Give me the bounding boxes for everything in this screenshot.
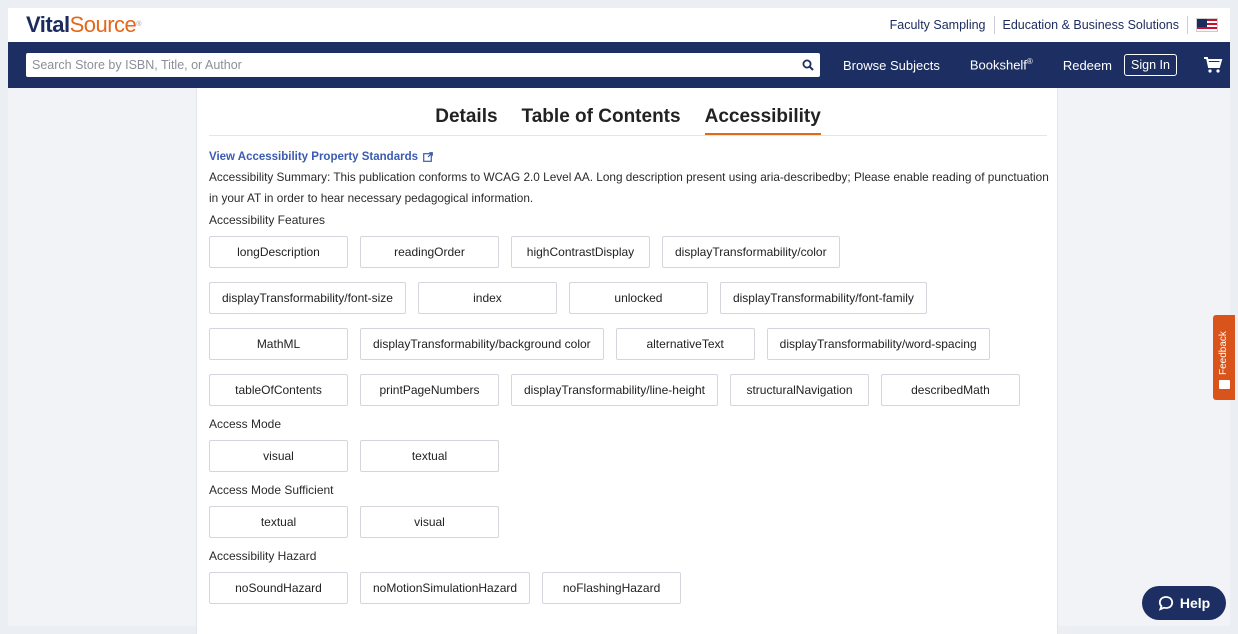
- feature-chip: visual: [360, 506, 499, 538]
- tab-bar: Details Table of Contents Accessibility: [197, 88, 1059, 136]
- chat-bubble-icon: [1158, 596, 1173, 611]
- section-title: Access Mode: [209, 417, 282, 431]
- top-links: Faculty Sampling Education & Business So…: [882, 16, 1218, 34]
- feature-chip: textual: [360, 440, 499, 472]
- logo-registered-mark: ®: [136, 21, 141, 28]
- feature-chip: longDescription: [209, 236, 348, 268]
- feature-chip: unlocked: [568, 282, 708, 314]
- bookshelf-registered-mark: ®: [1026, 57, 1033, 67]
- chip-group: longDescription readingOrder highContrastD…: [209, 229, 1049, 413]
- feature-chip: index: [417, 282, 557, 314]
- feedback-tab[interactable]: Feedback: [1213, 315, 1235, 400]
- bookshelf-link[interactable]: Bookshelf®: [970, 57, 1033, 72]
- feature-chip: tableOfContents: [209, 374, 348, 406]
- feature-chip: displayTransformability/line-height: [511, 374, 718, 406]
- product-detail-card: Details Table of Contents Accessibility Vi…: [196, 88, 1058, 634]
- feature-chip: noSoundHazard: [209, 572, 348, 604]
- search-icon[interactable]: [796, 53, 820, 77]
- logo-text-source: Source: [69, 12, 137, 37]
- feature-chip: MathML: [209, 328, 348, 360]
- search-box: [26, 53, 820, 77]
- feature-chip: noMotionSimulationHazard: [360, 572, 531, 604]
- chip-group: textual visual: [209, 499, 1049, 545]
- section-title: Accessibility Features: [209, 213, 326, 227]
- feature-chip: readingOrder: [360, 236, 499, 268]
- accessibility-summary: Accessibility Summary: This publication …: [209, 170, 1049, 205]
- sign-in-button[interactable]: Sign In: [1124, 54, 1177, 76]
- tab-table-of-contents[interactable]: Table of Contents: [522, 106, 681, 136]
- section-title: Access Mode Sufficient: [209, 483, 334, 497]
- vitalsource-logo[interactable]: VitalSource®: [26, 13, 141, 37]
- bookshelf-label: Bookshelf: [969, 57, 1027, 73]
- feature-chip: highContrastDisplay: [511, 236, 650, 268]
- feature-chip: displayTransformability/color: [662, 236, 840, 268]
- top-bar: VitalSource® Faculty Sampling Education …: [8, 8, 1230, 42]
- accessibility-sections: Accessibility Features longDescription rea…: [209, 211, 1049, 611]
- feature-chip: textual: [209, 506, 348, 538]
- help-button[interactable]: Help: [1142, 586, 1226, 620]
- feature-chip: structuralNavigation: [729, 374, 869, 406]
- us-flag-icon[interactable]: [1196, 18, 1218, 32]
- accessibility-panel: View Accessibility Property Standards Ac…: [209, 150, 1049, 611]
- browse-subjects-link[interactable]: Browse Subjects: [843, 58, 940, 73]
- faculty-sampling-link[interactable]: Faculty Sampling: [882, 16, 994, 34]
- feature-chip: noFlashingHazard: [542, 572, 682, 604]
- chip-group: visual textual: [209, 433, 1049, 479]
- divider: [1187, 16, 1188, 34]
- feedback-icon: [1219, 380, 1230, 389]
- tab-details[interactable]: Details: [435, 106, 497, 136]
- feature-chip: displayTransformability/font-family: [719, 282, 927, 314]
- chip-group: noSoundHazard noMotionSimulationHazard noF…: [209, 565, 1049, 611]
- tab-divider: [209, 135, 1047, 136]
- feature-chip: displayTransformability/background color: [360, 328, 604, 360]
- cart-icon[interactable]: [1202, 55, 1224, 75]
- redeem-link[interactable]: Redeem: [1063, 58, 1112, 73]
- search-input[interactable]: [26, 54, 796, 76]
- feature-chip: displayTransformability/word-spacing: [766, 328, 990, 360]
- section-title: Accessibility Hazard: [209, 549, 317, 563]
- feature-chip: printPageNumbers: [360, 374, 499, 406]
- nav-bar: Browse Subjects Bookshelf® Redeem Sign I…: [8, 42, 1230, 88]
- logo-text-vital: Vital: [26, 12, 70, 37]
- tab-accessibility[interactable]: Accessibility: [704, 106, 821, 136]
- help-label: Help: [1179, 595, 1211, 611]
- nav-links: Browse Subjects Bookshelf® Redeem: [843, 42, 1142, 88]
- education-business-link[interactable]: Education & Business Solutions: [995, 16, 1188, 34]
- feature-chip: displayTransformability/font-size: [209, 282, 406, 314]
- feature-chip: describedMath: [880, 374, 1020, 406]
- standards-link-label: View Accessibility Property Standards: [209, 151, 418, 163]
- feature-chip: visual: [209, 440, 348, 472]
- feedback-label: Feedback: [1218, 331, 1229, 375]
- external-link-icon: [423, 152, 433, 162]
- feature-chip: alternativeText: [615, 328, 755, 360]
- accessibility-standards-link[interactable]: View Accessibility Property Standards: [209, 150, 1049, 164]
